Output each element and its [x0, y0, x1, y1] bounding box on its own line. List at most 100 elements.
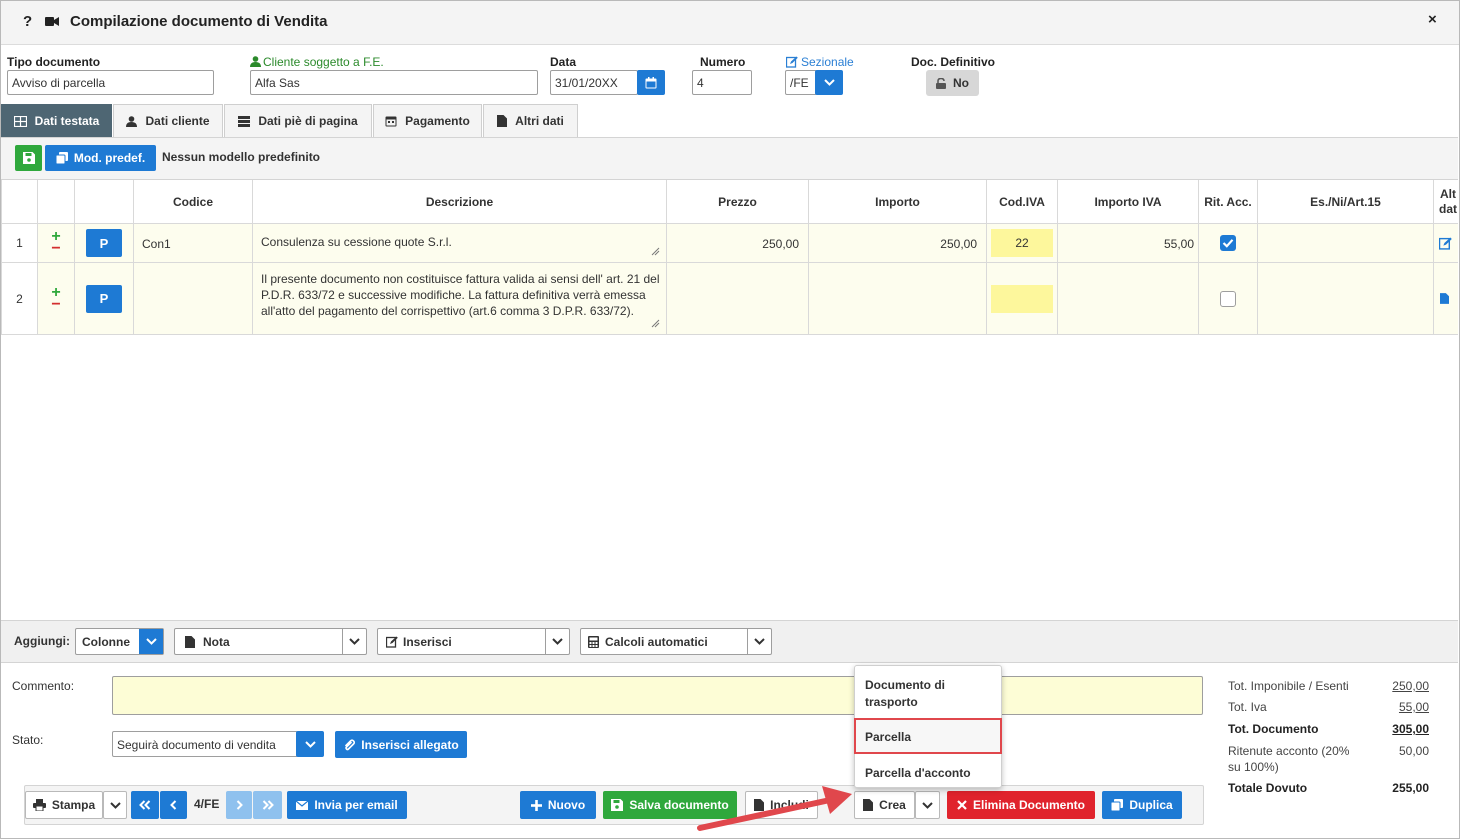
edit-icon[interactable] [1439, 237, 1452, 250]
file-icon[interactable] [1440, 293, 1449, 304]
doc-definitivo-value: No [953, 76, 969, 90]
nota-dropdown[interactable]: Nota [174, 628, 367, 655]
numero-field[interactable]: 4 [692, 70, 752, 95]
colonne-dropdown[interactable]: Colonne [75, 628, 164, 655]
tot-imponibile-value[interactable]: 250,00 [1349, 679, 1429, 693]
header-importo: Importo [809, 180, 987, 224]
remove-row-icon[interactable]: − [51, 296, 60, 312]
tot-iva-value[interactable]: 55,00 [1349, 700, 1429, 714]
tot-documento-value[interactable]: 305,00 [1349, 722, 1429, 736]
save-model-button[interactable] [15, 145, 42, 171]
sezionale-label[interactable]: Sezionale [801, 55, 854, 69]
prezzo-cell[interactable] [667, 263, 809, 335]
stato-dropdown[interactable] [296, 731, 324, 757]
sezionale-field[interactable]: /FE [785, 70, 817, 95]
menu-item-parcella-acconto[interactable]: Parcella d'acconto [855, 765, 1001, 782]
tab-pagamento[interactable]: Pagamento [373, 104, 482, 137]
cod-iva-field[interactable]: 22 [991, 229, 1053, 257]
elimina-documento-label: Elimina Documento [972, 798, 1085, 812]
inserisci-allegato-label: Inserisci allegato [361, 737, 459, 752]
header-codice: Codice [134, 180, 253, 224]
first-document-button[interactable] [131, 791, 159, 819]
tab-altri-dati[interactable]: Altri dati [483, 104, 578, 137]
tab-label: Dati testata [34, 114, 100, 128]
cod-iva-field[interactable] [991, 285, 1053, 313]
header-cod-iva: Cod.IVA [987, 180, 1058, 224]
last-document-button[interactable] [253, 791, 282, 819]
product-picker-button[interactable]: P [86, 229, 122, 257]
data-field[interactable]: 31/01/20XX [550, 70, 638, 95]
importo-iva-cell: 55,00 [1058, 224, 1199, 263]
chevron-down-icon [304, 740, 316, 748]
cod-iva-cell: 22 [987, 224, 1058, 263]
stampa-label: Stampa [51, 798, 96, 812]
remove-row-icon[interactable]: − [51, 241, 60, 257]
inserisci-dropdown[interactable]: Inserisci [377, 628, 570, 655]
elimina-documento-button[interactable]: Elimina Documento [947, 791, 1095, 819]
nota-label: Nota [203, 634, 230, 649]
doc-definitivo-label: Doc. Definitivo [911, 55, 996, 69]
cliente-label[interactable]: Cliente soggetto a F.E. [263, 55, 384, 69]
prezzo-cell[interactable]: 250,00 [667, 224, 809, 263]
commento-input[interactable] [112, 676, 1203, 715]
envelope-icon [296, 800, 309, 810]
stampa-dropdown[interactable] [103, 791, 127, 819]
floppy-icon [611, 799, 624, 811]
calculator-icon [588, 635, 599, 648]
close-icon[interactable]: × [1428, 11, 1437, 28]
crea-button[interactable]: Crea [854, 791, 915, 819]
menu-item-parcella[interactable]: Parcella [855, 729, 1001, 746]
tipo-documento-field[interactable]: Avviso di parcella [7, 70, 214, 95]
chevron-down-icon [823, 79, 835, 86]
next-document-button[interactable] [226, 791, 252, 819]
rit-acc-checkbox[interactable] [1220, 291, 1236, 307]
doc-definitivo-toggle[interactable]: No [926, 70, 979, 96]
nuovo-button[interactable]: Nuovo [520, 791, 596, 819]
stato-field[interactable]: Seguirà documento di vendita [112, 731, 298, 757]
mod-predef-button[interactable]: Mod. predef. [45, 145, 156, 171]
ritenute-value: 50,00 [1398, 744, 1429, 758]
inserisci-allegato-button[interactable]: Inserisci allegato [335, 731, 467, 758]
es-ni-art15-cell[interactable] [1258, 224, 1434, 263]
tab-dati-cliente[interactable]: Dati cliente [113, 104, 223, 137]
resize-grip-icon[interactable] [651, 247, 660, 256]
sezionale-dropdown[interactable] [815, 70, 843, 95]
invia-email-button[interactable]: Invia per email [287, 791, 407, 819]
rit-acc-checkbox[interactable] [1220, 235, 1236, 251]
paperclip-icon [345, 738, 356, 750]
row-number-text: 1 [16, 236, 23, 250]
codice-cell[interactable]: Con1 [134, 224, 253, 263]
document-reference: 4/FE [194, 797, 220, 811]
double-chevron-right-icon [262, 800, 274, 810]
previous-document-button[interactable] [160, 791, 187, 819]
video-camera-icon[interactable] [45, 16, 59, 27]
tab-dati-testata[interactable]: Dati testata [1, 104, 112, 137]
annotation-arrow-icon [697, 786, 852, 831]
help-icon[interactable]: ? [23, 13, 32, 30]
crea-dropdown[interactable] [915, 791, 940, 819]
chevron-left-icon [170, 800, 177, 810]
duplica-label: Duplica [1129, 798, 1173, 812]
header-prezzo: Prezzo [667, 180, 809, 224]
menu-item-documento-trasporto[interactable]: Documento di trasporto [855, 677, 1001, 711]
descrizione-cell[interactable]: Il presente documento non costituisce fa… [253, 263, 667, 335]
chevron-down-icon [922, 801, 933, 809]
header-descrizione: Descrizione [253, 180, 667, 224]
cliente-field[interactable]: Alfa Sas [250, 70, 538, 95]
es-ni-art15-cell[interactable] [1258, 263, 1434, 335]
totale-dovuto-value: 255,00 [1392, 781, 1429, 795]
importo-value: 250,00 [940, 237, 977, 251]
resize-grip-icon[interactable] [651, 319, 660, 328]
tab-dati-pie-di-pagina[interactable]: Dati piè di pagina [224, 104, 372, 137]
printer-icon [32, 799, 46, 811]
nuovo-label: Nuovo [547, 798, 586, 812]
descrizione-cell[interactable]: Consulenza su cessione quote S.r.l. [253, 224, 667, 263]
calendar-icon [385, 116, 397, 127]
duplica-button[interactable]: Duplica [1102, 791, 1182, 819]
calcoli-automatici-dropdown[interactable]: Calcoli automatici [580, 628, 772, 655]
codice-cell[interactable] [134, 263, 253, 335]
product-picker-button[interactable]: P [86, 284, 122, 313]
stampa-button[interactable]: Stampa [25, 791, 103, 819]
calendar-button[interactable] [637, 70, 665, 95]
edit-icon [386, 636, 398, 648]
